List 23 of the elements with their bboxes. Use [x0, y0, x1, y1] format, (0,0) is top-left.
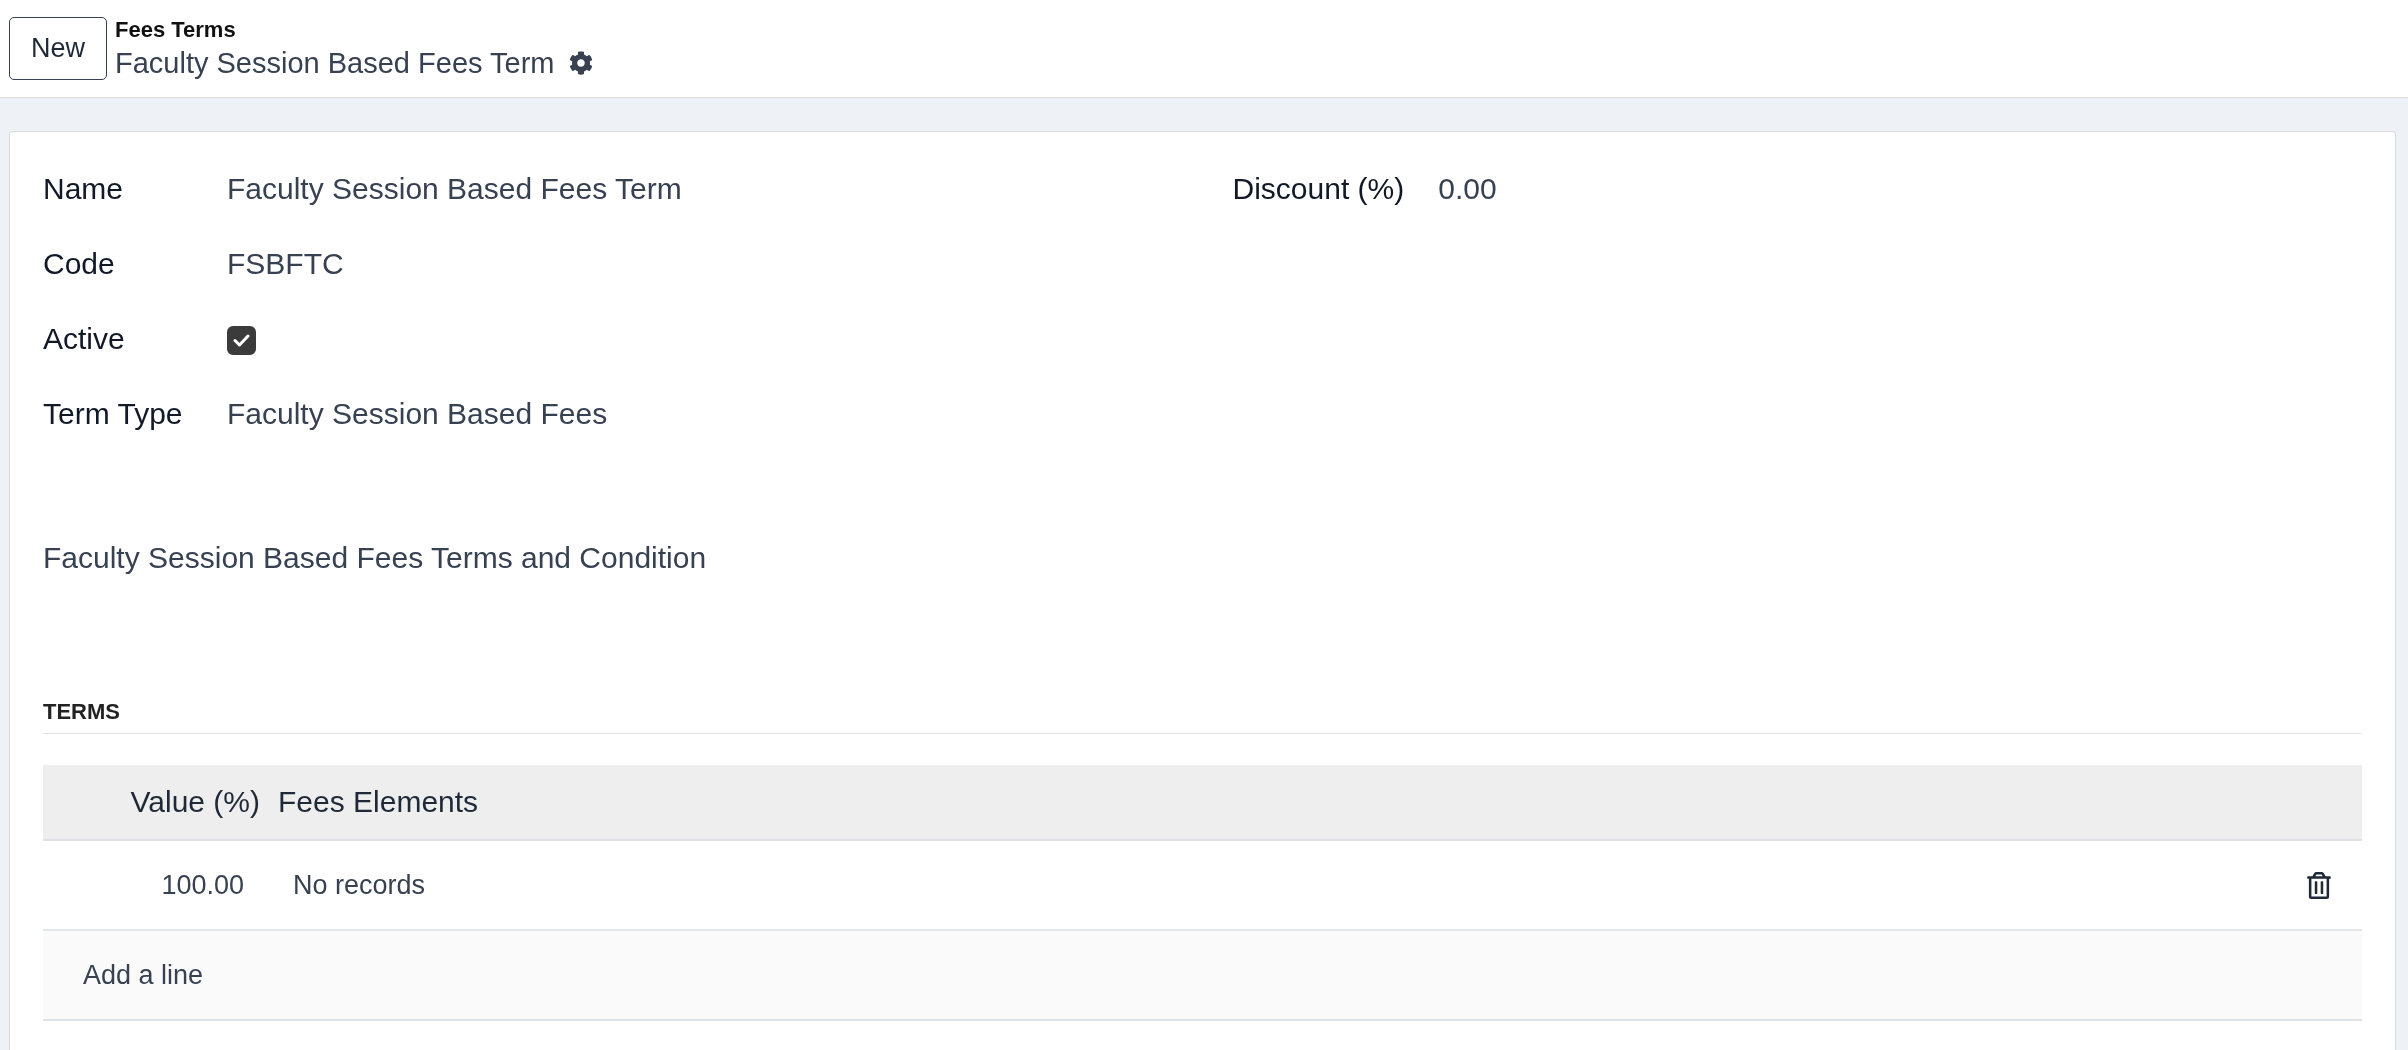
- field-label: Discount (%): [1232, 170, 1405, 207]
- column-header: Value (%): [130, 784, 260, 820]
- field-value: Faculty Session Based Fees: [227, 395, 608, 432]
- field-label: Term Type: [43, 395, 183, 432]
- field-label: Code: [43, 245, 115, 282]
- breadcrumb-link[interactable]: Fees Terms: [115, 16, 236, 43]
- gear-icon[interactable]: [568, 50, 593, 75]
- field-value: Faculty Session Based Fees Term: [227, 170, 682, 207]
- table-cell-text: 100.00: [161, 869, 244, 902]
- field-label: Active: [43, 320, 125, 357]
- field-value: FSBFTC: [227, 245, 344, 282]
- trash-icon[interactable]: [2307, 871, 2331, 899]
- terms-note-text: Faculty Session Based Fees Terms and Condition: [43, 540, 707, 576]
- checkbox[interactable]: [227, 326, 256, 355]
- column-header: Fees Elements: [278, 784, 479, 820]
- field-value: 0.00: [1438, 170, 1497, 207]
- section-title: TERMS: [43, 698, 120, 726]
- add-line-link[interactable]: Add a line: [83, 957, 204, 993]
- field-label: Name: [43, 170, 124, 207]
- checkmark-icon: [233, 334, 250, 347]
- table-cell-text: No records: [293, 869, 426, 902]
- new-button[interactable]: New: [9, 17, 107, 80]
- record-title: Faculty Session Based Fees Term: [115, 45, 555, 81]
